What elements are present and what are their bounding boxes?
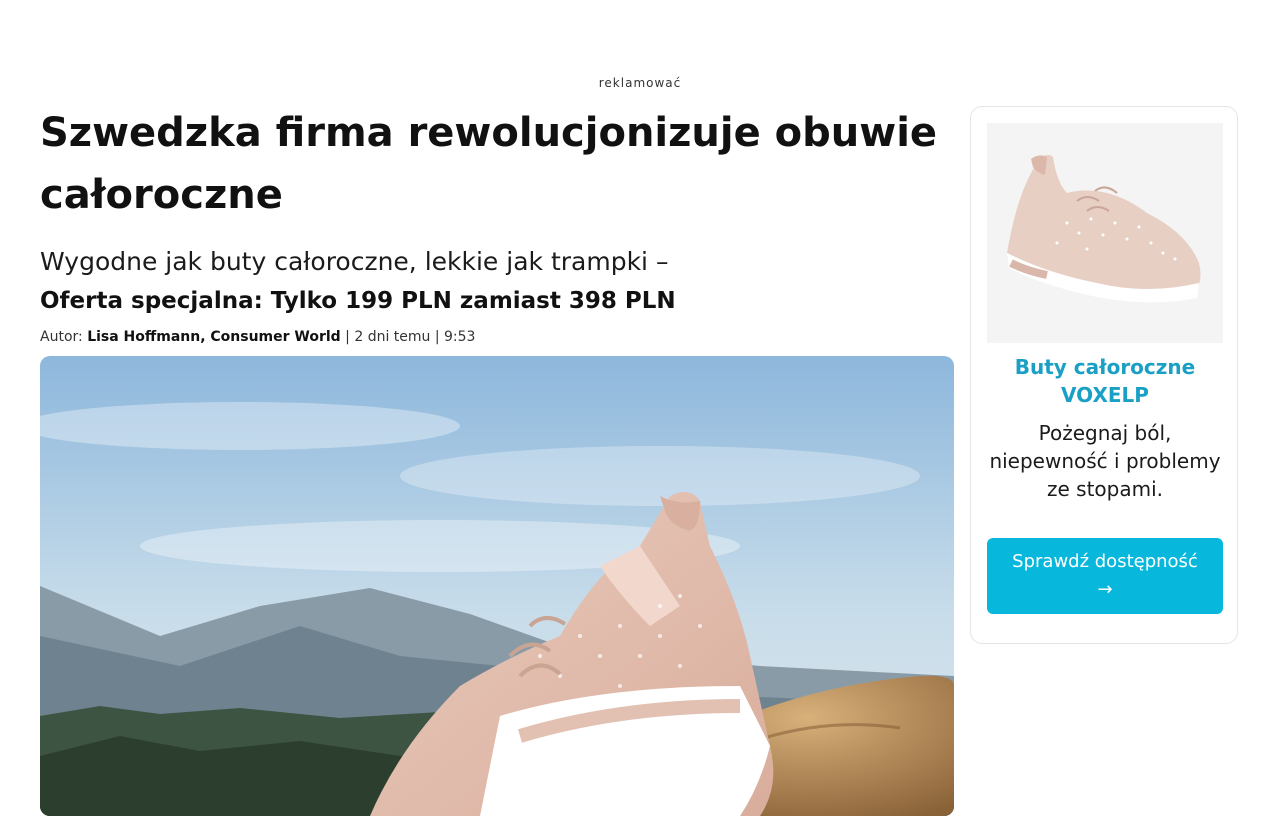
check-availability-button[interactable]: Sprawdź dostępność → — [987, 538, 1223, 614]
arrow-right-icon: → — [1097, 579, 1113, 600]
sneaker-thumbnail-image — [987, 123, 1223, 343]
ad-label: reklamować — [598, 76, 682, 90]
byline-author: Lisa Hoffmann, Consumer World — [87, 329, 341, 345]
product-description: Pożegnaj ból, niepewność i problemy ze s… — [989, 421, 1221, 501]
byline-date: | 2 dni temu | 9:53 — [345, 329, 476, 345]
hero-sneaker-on-rock-image — [40, 356, 954, 816]
article: Szwedzka firma rewolucjonizuje obuwie ca… — [40, 102, 954, 816]
byline: Autor: Lisa Hoffmann, Consumer World | 2… — [40, 328, 954, 346]
special-offer: Oferta specjalna: Tylko 199 PLN zamiast … — [40, 288, 676, 314]
product-name: Buty całoroczne VOXELP — [1014, 355, 1196, 407]
byline-prefix: Autor: — [40, 329, 83, 345]
product-card: Buty całoroczne VOXELP Pożegnaj ból, nie… — [970, 106, 1238, 644]
hero-image — [40, 356, 954, 816]
product-thumbnail[interactable] — [987, 123, 1223, 343]
cta-label: Sprawdź dostępność — [1012, 551, 1198, 572]
article-title: Szwedzka firma rewolucjonizuje obuwie ca… — [40, 110, 938, 218]
article-subtitle: Wygodne jak buty całoroczne, lekkie jak … — [40, 247, 669, 276]
